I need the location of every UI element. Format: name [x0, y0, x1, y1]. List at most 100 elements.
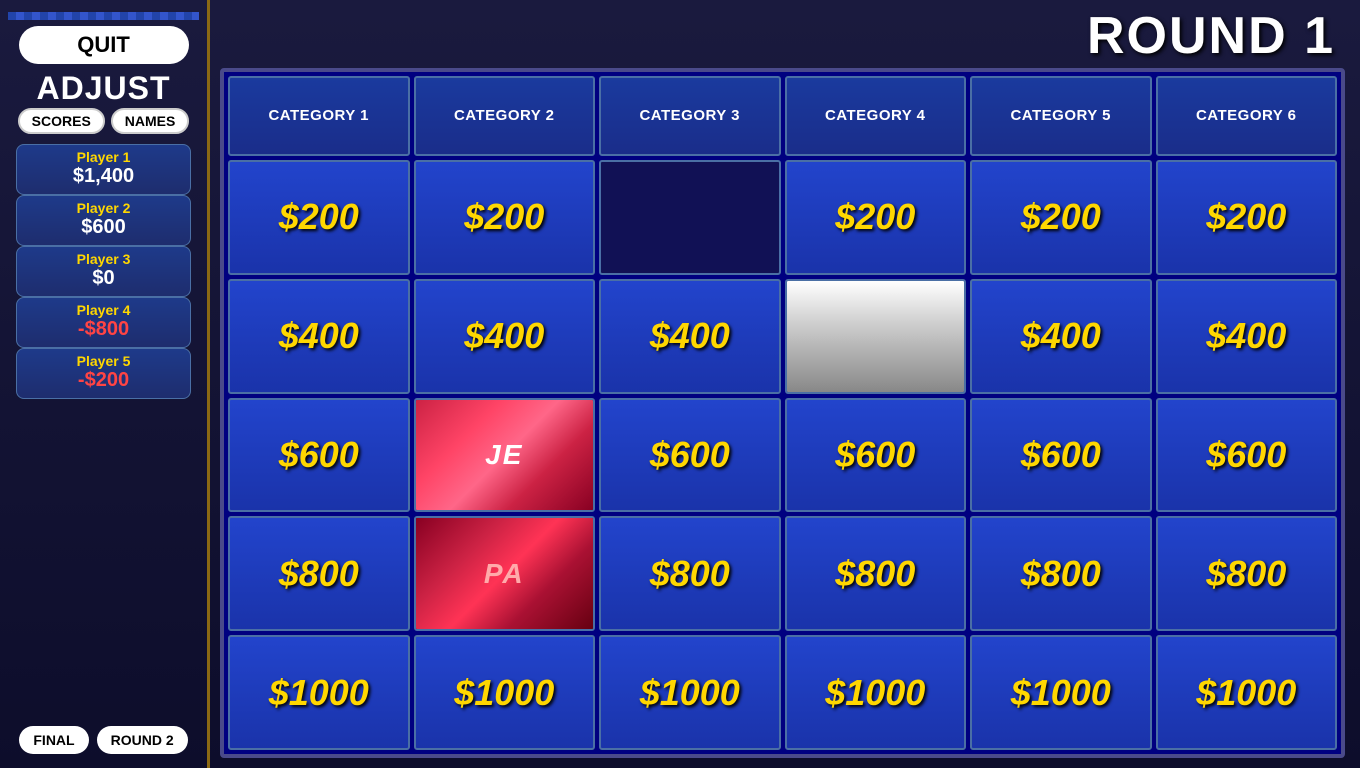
value-text-r4-c4: $800 — [835, 553, 915, 595]
value-cell-r3-c1[interactable]: $600 — [228, 398, 410, 513]
category-text-4: CATEGORY 4 — [825, 107, 926, 125]
value-cell-r5-c6[interactable]: $1000 — [1156, 635, 1338, 750]
value-cell-r1-c1[interactable]: $200 — [228, 160, 410, 275]
category-text-6: CATEGORY 6 — [1196, 107, 1297, 125]
value-cell-r5-c4[interactable]: $1000 — [785, 635, 967, 750]
category-cell-6: CATEGORY 6 — [1156, 76, 1338, 156]
value-text-r1-c6: $200 — [1206, 196, 1286, 238]
value-text-r2-c6: $400 — [1206, 315, 1286, 357]
value-text-r5-c2: $1000 — [454, 672, 554, 714]
round-title: ROUND 1 — [220, 10, 1345, 62]
value-text-r5-c4: $1000 — [825, 672, 925, 714]
value-text-r1-c1: $200 — [279, 196, 359, 238]
value-cell-r2-c2[interactable]: $400 — [414, 279, 596, 394]
control-row: SCORES NAMES — [18, 108, 190, 134]
value-cell-r3-c4[interactable]: $600 — [785, 398, 967, 513]
value-cell-r4-c4[interactable]: $800 — [785, 516, 967, 631]
value-cell-r5-c1[interactable]: $1000 — [228, 635, 410, 750]
player-card-2[interactable]: Player 2$600 — [16, 195, 191, 246]
value-text-r2-c2: $400 — [464, 315, 544, 357]
value-cell-r3-c2[interactable]: JE — [414, 398, 596, 513]
value-text-r5-c6: $1000 — [1196, 672, 1296, 714]
value-cell-r1-c2[interactable]: $200 — [414, 160, 596, 275]
value-text-r2-c5: $400 — [1021, 315, 1101, 357]
value-cell-r3-c6[interactable]: $600 — [1156, 398, 1338, 513]
value-cell-r5-c3[interactable]: $1000 — [599, 635, 781, 750]
value-cell-r4-c3[interactable]: $800 — [599, 516, 781, 631]
category-cell-1: CATEGORY 1 — [228, 76, 410, 156]
category-text-5: CATEGORY 5 — [1010, 107, 1111, 125]
value-cell-r3-c3[interactable]: $600 — [599, 398, 781, 513]
value-text-r5-c5: $1000 — [1011, 672, 1111, 714]
value-text-r5-c1: $1000 — [269, 672, 369, 714]
player-score-3: $0 — [25, 267, 182, 290]
value-cell-r4-c1[interactable]: $800 — [228, 516, 410, 631]
value-text-r3-c4: $600 — [835, 434, 915, 476]
value-cell-r2-c6[interactable]: $400 — [1156, 279, 1338, 394]
value-text-r1-c5: $200 — [1021, 196, 1101, 238]
category-text-1: CATEGORY 1 — [268, 107, 369, 125]
value-cell-r1-c5[interactable]: $200 — [970, 160, 1152, 275]
player-name-1: Player 1 — [25, 149, 182, 165]
value-text-r1-c4: $200 — [835, 196, 915, 238]
final-button[interactable]: FINAL — [19, 726, 88, 754]
player-score-4: -$800 — [25, 318, 182, 341]
value-cell-r5-c2[interactable]: $1000 — [414, 635, 596, 750]
category-text-3: CATEGORY 3 — [639, 107, 740, 125]
bottom-buttons: FINAL ROUND 2 — [19, 726, 187, 758]
value-cell-r4-c6[interactable]: $800 — [1156, 516, 1338, 631]
main-area: ROUND 1 CATEGORY 1CATEGORY 2CATEGORY 3CA… — [210, 0, 1360, 768]
value-cell-r3-c5[interactable]: $600 — [970, 398, 1152, 513]
value-text-r3-c5: $600 — [1021, 434, 1101, 476]
player-name-2: Player 2 — [25, 200, 182, 216]
round2-button[interactable]: ROUND 2 — [97, 726, 188, 754]
player-score-5: -$200 — [25, 369, 182, 392]
value-cell-r2-c1[interactable]: $400 — [228, 279, 410, 394]
value-text-r4-c6: $800 — [1206, 553, 1286, 595]
value-text-r4-c5: $800 — [1021, 553, 1101, 595]
sidebar: QUIT ADJUST SCORES NAMES Player 1$1,400P… — [0, 0, 210, 768]
value-text-r2-c1: $400 — [279, 315, 359, 357]
value-cell-r1-c3 — [599, 160, 781, 275]
value-text-r3-c3: $600 — [650, 434, 730, 476]
scores-button[interactable]: SCORES — [18, 108, 105, 134]
value-cell-r2-c5[interactable]: $400 — [970, 279, 1152, 394]
category-cell-3: CATEGORY 3 — [599, 76, 781, 156]
preview-red-2-1: JE — [416, 400, 594, 511]
player-card-1[interactable]: Player 1$1,400 — [16, 144, 191, 195]
quit-button[interactable]: QUIT — [19, 26, 189, 64]
player-card-5[interactable]: Player 5-$200 — [16, 348, 191, 399]
value-cell-r1-c4[interactable]: $200 — [785, 160, 967, 275]
category-cell-2: CATEGORY 2 — [414, 76, 596, 156]
adjust-label: ADJUST — [36, 72, 170, 104]
value-text-r4-c1: $800 — [279, 553, 359, 595]
value-cell-r5-c5[interactable]: $1000 — [970, 635, 1152, 750]
value-text-r3-c1: $600 — [279, 434, 359, 476]
value-text-r1-c2: $200 — [464, 196, 544, 238]
players-container: Player 1$1,400Player 2$600Player 3$0Play… — [16, 144, 191, 399]
value-cell-r1-c6[interactable]: $200 — [1156, 160, 1338, 275]
category-text-2: CATEGORY 2 — [454, 107, 555, 125]
player-card-4[interactable]: Player 4-$800 — [16, 297, 191, 348]
value-cell-r4-c2[interactable]: PA — [414, 516, 596, 631]
player-name-3: Player 3 — [25, 251, 182, 267]
sidebar-top-strip — [8, 12, 199, 20]
value-text-r5-c3: $1000 — [640, 672, 740, 714]
player-score-2: $600 — [25, 216, 182, 239]
value-cell-r2-c4[interactable] — [785, 279, 967, 394]
player-card-3[interactable]: Player 3$0 — [16, 246, 191, 297]
category-cell-4: CATEGORY 4 — [785, 76, 967, 156]
value-cell-r4-c5[interactable]: $800 — [970, 516, 1152, 631]
player-name-4: Player 4 — [25, 302, 182, 318]
value-text-r2-c3: $400 — [650, 315, 730, 357]
value-text-r3-c6: $600 — [1206, 434, 1286, 476]
category-cell-5: CATEGORY 5 — [970, 76, 1152, 156]
value-cell-r2-c3[interactable]: $400 — [599, 279, 781, 394]
player-score-1: $1,400 — [25, 165, 182, 188]
player-name-5: Player 5 — [25, 353, 182, 369]
game-board: CATEGORY 1 CATEGORY 2 CATEGORY 3 CATEGORY 4… — [220, 68, 1345, 758]
value-text-r4-c3: $800 — [650, 553, 730, 595]
preview-red-dark-3-1: PA — [416, 518, 594, 629]
names-button[interactable]: NAMES — [111, 108, 190, 134]
preview-dark-1-3 — [787, 281, 965, 392]
